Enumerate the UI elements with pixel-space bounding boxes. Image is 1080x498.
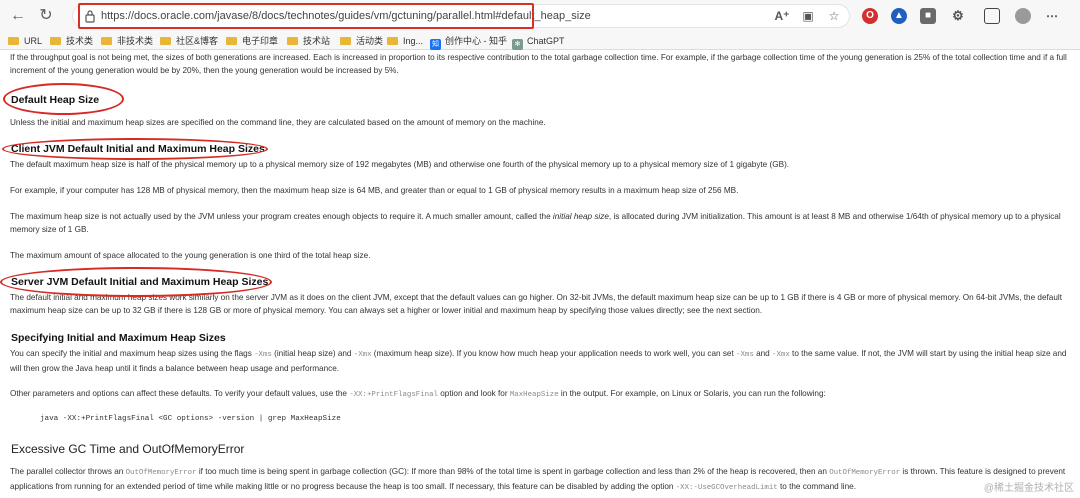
client-jvm-paragraph-2: For example, if your computer has 128 MB… <box>10 186 739 195</box>
specifying-heap-heading: Specifying Initial and Maximum Heap Size… <box>11 332 226 344</box>
browser-toolbar: ← ↻ https://docs.oracle.com/javase/8/doc… <box>0 0 1080 32</box>
xmx-flag: -Xmx <box>353 351 372 359</box>
excessive-gc-paragraph: The parallel collector throws an OutOfMe… <box>10 467 1066 492</box>
initial-heap-size-term: initial heap size <box>552 212 609 221</box>
default-heap-size-text: Unless the initial and maximum heap size… <box>10 118 546 127</box>
opera-extension-icon[interactable]: O <box>862 8 878 24</box>
bookmark-ing[interactable]: Ing... <box>387 34 423 48</box>
bookmark-tech[interactable]: 技术类 <box>50 34 93 48</box>
max-heap-size-name: MaxHeapSize <box>509 391 559 399</box>
bookmark-non-tech[interactable]: 非技术类 <box>101 34 153 48</box>
app-available-icon[interactable]: ▣ <box>800 8 816 24</box>
more-menu-icon[interactable]: ⋯ <box>1044 8 1060 24</box>
gc-overhead-limit-flag: -XX:-UseGCOverheadLimit <box>675 484 778 492</box>
zhihu-icon: 知 <box>430 39 441 50</box>
bookmark-community[interactable]: 社区&博客 <box>160 34 218 48</box>
print-flags-final-flag: -XX:+PrintFlagsFinal <box>349 391 438 399</box>
url-highlight-annotation <box>78 3 534 29</box>
out-of-memory-error-term: OutOfMemoryError <box>829 469 901 477</box>
bookmark-url[interactable]: URL <box>8 34 42 48</box>
folder-icon <box>387 37 398 45</box>
reload-icon[interactable]: ↻ <box>36 6 56 26</box>
avatar-icon[interactable] <box>1015 8 1031 24</box>
client-jvm-paragraph-3: The maximum heap size is not actually us… <box>10 212 1061 234</box>
read-aloud-icon[interactable]: A⁺ <box>774 8 790 24</box>
triangle-extension-icon[interactable]: ▲ <box>891 8 907 24</box>
chatgpt-icon: ✻ <box>512 39 523 50</box>
favorite-star-icon[interactable]: ☆ <box>826 8 842 24</box>
bookmarks-bar: URL 技术类 非技术类 社区&博客 电子印章 技术站 活动类 Ing... 知… <box>0 32 1080 50</box>
server-jvm-annotation <box>0 267 272 297</box>
collections-icon[interactable] <box>984 8 1000 24</box>
intro-paragraph: If the throughput goal is not being met,… <box>10 53 1067 75</box>
out-of-memory-error-term: OutOfMemoryError <box>125 469 197 477</box>
specifying-heap-paragraph: You can specify the initial and maximum … <box>10 349 1067 373</box>
command-example: java -XX:+PrintFlagsFinal <GC options> -… <box>40 415 341 423</box>
xms-flag: -Xms <box>736 351 754 359</box>
xmx-flag: -Xmx <box>772 351 790 359</box>
folder-icon <box>226 37 237 45</box>
folder-icon <box>101 37 112 45</box>
client-jvm-paragraph-4: The maximum amount of space allocated to… <box>10 251 371 260</box>
xms-flag: -Xms <box>254 351 272 359</box>
bookmark-tech-sites[interactable]: 技术站 <box>287 34 330 48</box>
bookmark-zhihu[interactable]: 知创作中心 - 知乎 <box>430 34 507 50</box>
folder-icon <box>160 37 171 45</box>
bookmark-e-seal[interactable]: 电子印章 <box>226 34 278 48</box>
extensions-puzzle-icon[interactable]: ⚙ <box>950 8 966 24</box>
tool-extension-icon[interactable]: ■ <box>920 8 936 24</box>
other-parameters-paragraph: Other parameters and options can affect … <box>10 389 826 399</box>
folder-icon <box>340 37 351 45</box>
folder-icon <box>50 37 61 45</box>
client-jvm-annotation <box>2 138 268 160</box>
bookmark-events[interactable]: 活动类 <box>340 34 383 48</box>
folder-icon <box>287 37 298 45</box>
client-jvm-paragraph-1: The default maximum heap size is half of… <box>10 160 790 169</box>
bookmark-chatgpt[interactable]: ✻ ChatGPT <box>512 34 565 50</box>
excessive-gc-heading: Excessive GC Time and OutOfMemoryError <box>11 442 245 456</box>
folder-icon <box>8 37 19 45</box>
watermark: @稀土掘金技术社区 <box>983 483 1074 494</box>
back-icon[interactable]: ← <box>8 6 28 26</box>
default-heap-size-annotation <box>3 83 124 115</box>
